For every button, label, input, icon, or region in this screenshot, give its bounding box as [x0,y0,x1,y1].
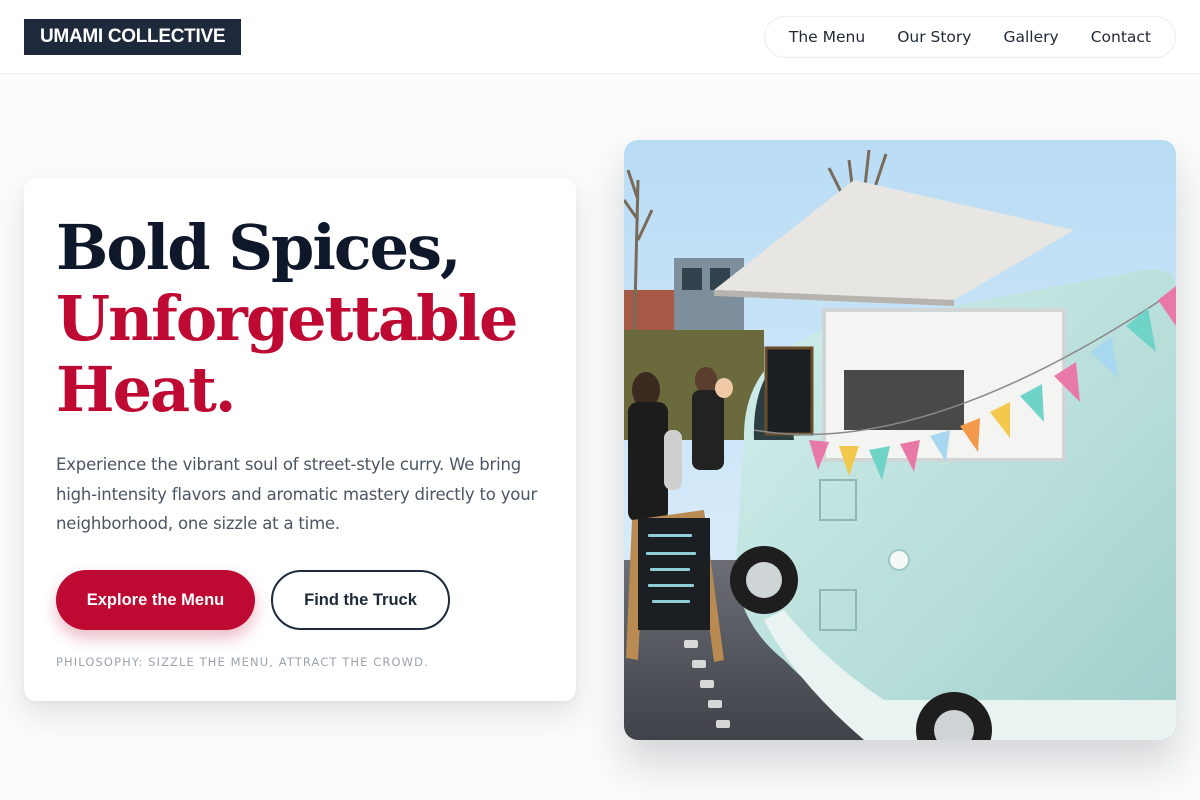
headline-line-3: Heat. [56,353,236,426]
site-header: UMAMI COLLECTIVE The Menu Our Story Gall… [0,0,1200,74]
headline-line-1: Bold Spices, [56,211,462,284]
hero-description: Experience the vibrant soul of street-st… [56,455,538,533]
hero-card: Bold Spices, Unforgettable Heat. Experie… [24,178,576,701]
philosophy-tagline: PHILOSOPHY: SIZZLE THE MENU, ATTRACT THE… [56,655,429,669]
brand-logo[interactable]: UMAMI COLLECTIVE [24,19,242,55]
find-truck-button[interactable]: Find the Truck [271,570,450,630]
hero-headline: Bold Spices, Unforgettable Heat. [56,211,518,426]
headline-line-2: Unforgettable [56,282,518,355]
nav-link-contact[interactable]: Contact [1075,16,1167,58]
nav-link-menu[interactable]: The Menu [773,16,881,58]
explore-menu-button[interactable]: Explore the Menu [56,570,255,630]
food-truck-image [624,140,1176,740]
main-nav: The Menu Our Story Gallery Contact [763,16,1176,58]
nav-link-our-story[interactable]: Our Story [881,16,987,58]
nav-link-gallery[interactable]: Gallery [987,16,1074,58]
